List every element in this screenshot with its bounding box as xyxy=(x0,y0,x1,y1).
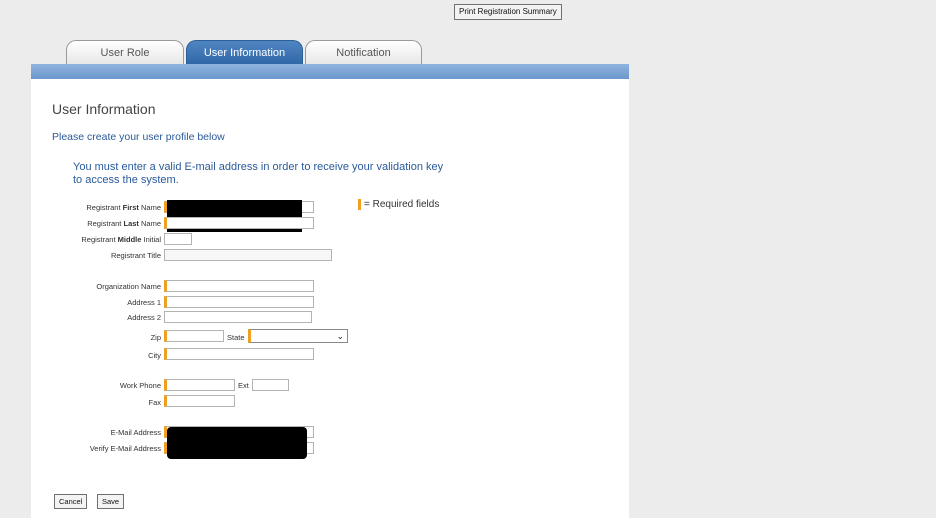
first-name-label: Registrant First Name xyxy=(86,203,161,212)
fax-label: Fax xyxy=(148,398,161,407)
work-phone-label: Work Phone xyxy=(119,381,161,390)
tab-strip-bar xyxy=(31,64,629,79)
city-label: City xyxy=(148,351,161,360)
middle-initial-input[interactable] xyxy=(164,233,192,245)
tab-label: User Role xyxy=(100,47,150,59)
organization-label: Organization Name xyxy=(96,282,161,291)
address2-label: Address 2 xyxy=(127,313,161,322)
print-registration-summary-button[interactable]: Print Registration Summary xyxy=(454,4,562,20)
required-legend: = Required fields xyxy=(364,199,440,210)
ext-label: Ext xyxy=(238,381,249,390)
state-select[interactable]: ⌄ xyxy=(248,329,348,343)
state-label: State xyxy=(227,333,245,342)
last-name-label: Registrant Last Name xyxy=(87,219,161,228)
tab-user-role[interactable]: User Role xyxy=(66,40,184,65)
tab-label: Notification xyxy=(336,47,391,59)
address2-input[interactable] xyxy=(164,311,312,323)
city-input[interactable] xyxy=(164,348,314,360)
tab-notification[interactable]: Notification xyxy=(305,40,422,65)
chevron-down-icon: ⌄ xyxy=(336,331,344,341)
zip-input[interactable] xyxy=(164,330,224,342)
address1-label: Address 1 xyxy=(127,298,161,307)
address1-input[interactable] xyxy=(164,296,314,308)
email-label: E-Mail Address xyxy=(110,428,161,437)
tab-user-information[interactable]: User Information xyxy=(186,40,303,65)
verify-email-label: Verify E-Mail Address xyxy=(89,444,161,453)
tab-label: User Information xyxy=(203,47,286,59)
page-title: User Information xyxy=(52,101,156,117)
page-subtitle: Please create your user profile below xyxy=(52,131,225,143)
ext-input[interactable] xyxy=(252,379,289,391)
page: Print Registration Summary User Role Use… xyxy=(0,0,936,518)
title-label: Registrant Title xyxy=(110,251,161,260)
fax-input[interactable] xyxy=(164,395,235,407)
cancel-button[interactable]: Cancel xyxy=(54,494,88,509)
title-input[interactable] xyxy=(164,249,332,261)
last-name-input[interactable] xyxy=(164,217,314,229)
save-button[interactable]: Save xyxy=(97,494,125,509)
work-phone-input[interactable] xyxy=(164,379,235,391)
redacted-email-block xyxy=(167,427,307,459)
email-notice: You must enter a valid E-mail address in… xyxy=(73,161,444,186)
middle-initial-label: Registrant Middle Initial xyxy=(81,235,161,244)
organization-input[interactable] xyxy=(164,280,314,292)
required-marker-icon xyxy=(358,199,361,210)
zip-label: Zip xyxy=(150,333,161,342)
